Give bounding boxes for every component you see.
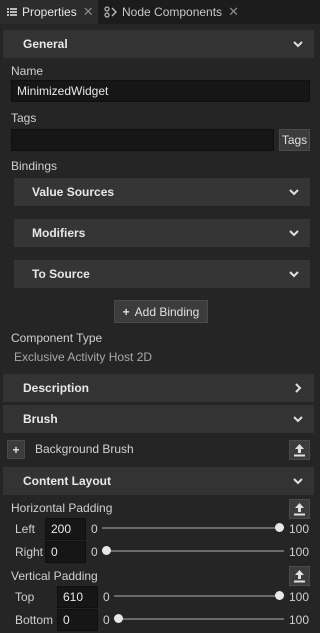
chevron-right-icon xyxy=(295,383,302,393)
slider-thumb[interactable] xyxy=(275,591,284,600)
bindings-label: Bindings xyxy=(11,159,58,173)
left-input[interactable]: 200 xyxy=(45,518,86,540)
top-input[interactable]: 610 xyxy=(57,586,98,608)
value-sources-header[interactable]: Value Sources xyxy=(14,178,310,206)
right-input[interactable]: 0 xyxy=(45,541,86,563)
section-title: Description xyxy=(23,381,90,395)
slider-track xyxy=(102,527,284,529)
slider-min: 0 xyxy=(91,522,98,536)
bottom-slider[interactable] xyxy=(114,613,284,625)
section-brush-header[interactable]: Brush xyxy=(3,405,314,433)
add-binding-button[interactable]: + Add Binding xyxy=(114,300,208,323)
slider-max: 100 xyxy=(289,522,310,536)
slider-min: 0 xyxy=(103,613,110,627)
slider-thumb[interactable] xyxy=(275,523,284,532)
slider-min: 0 xyxy=(91,545,98,559)
chevron-down-icon xyxy=(293,41,303,48)
slider-max: 100 xyxy=(289,545,310,559)
component-type-value: Exclusive Activity Host 2D xyxy=(14,350,153,364)
plus-icon: + xyxy=(12,442,20,457)
slider-track xyxy=(114,618,284,620)
slider-track xyxy=(114,595,284,597)
section-title: Content Layout xyxy=(23,474,111,488)
right-slider[interactable] xyxy=(102,545,284,557)
section-title: General xyxy=(23,37,68,51)
to-source-label: To Source xyxy=(32,267,90,281)
node-components-icon xyxy=(104,6,117,18)
add-binding-label: Add Binding xyxy=(134,304,200,319)
upload-icon xyxy=(294,444,305,457)
tab-node-components[interactable]: Node Components ✕ xyxy=(100,0,245,24)
component-type-label: Component Type xyxy=(11,331,103,345)
chevron-down-icon xyxy=(293,416,303,423)
modifiers-header[interactable]: Modifiers xyxy=(14,219,310,247)
upload-icon xyxy=(294,503,305,516)
vertical-padding-label: Vertical Padding xyxy=(11,569,98,583)
list-icon xyxy=(7,8,17,16)
chevron-down-icon xyxy=(293,478,303,485)
top-slider[interactable] xyxy=(114,590,284,602)
close-icon[interactable]: ✕ xyxy=(228,4,239,20)
value-sources-label: Value Sources xyxy=(32,185,115,199)
chevron-down-icon xyxy=(289,271,299,278)
plus-icon: + xyxy=(122,304,130,319)
chevron-down-icon xyxy=(289,189,299,196)
tab-bar: Properties ✕ Node Components ✕ xyxy=(0,0,320,24)
section-general-header[interactable]: General xyxy=(3,30,314,58)
right-label: Right xyxy=(15,545,44,559)
slider-min: 0 xyxy=(103,590,110,604)
name-label: Name xyxy=(11,64,44,78)
to-source-header[interactable]: To Source xyxy=(14,260,310,288)
upload-button[interactable] xyxy=(289,440,310,460)
upload-icon xyxy=(294,570,305,583)
slider-max: 100 xyxy=(289,590,310,604)
slider-thumb[interactable] xyxy=(102,546,111,555)
close-icon[interactable]: ✕ xyxy=(83,4,94,20)
tab-properties[interactable]: Properties ✕ xyxy=(0,0,98,24)
section-description-header[interactable]: Description xyxy=(3,374,314,402)
name-field[interactable]: MinimizedWidget xyxy=(11,80,310,102)
modifiers-label: Modifiers xyxy=(32,226,86,240)
slider-max: 100 xyxy=(289,613,310,627)
slider-thumb[interactable] xyxy=(114,614,123,623)
slider-track xyxy=(102,550,284,552)
bottom-label: Bottom xyxy=(15,613,54,627)
tags-button[interactable]: Tags xyxy=(279,129,310,151)
background-brush-label: Background Brush xyxy=(35,442,134,456)
bottom-input[interactable]: 0 xyxy=(57,609,98,631)
section-title: Brush xyxy=(23,412,58,426)
left-slider[interactable] xyxy=(102,522,284,534)
tab-label: Node Components xyxy=(122,5,223,19)
chevron-down-icon xyxy=(289,230,299,237)
tab-label: Properties xyxy=(22,5,77,19)
tags-label: Tags xyxy=(11,111,37,125)
left-label: Left xyxy=(15,522,36,536)
horizontal-padding-label: Horizontal Padding xyxy=(11,501,113,515)
section-content-layout-header[interactable]: Content Layout xyxy=(3,467,314,495)
top-label: Top xyxy=(15,590,35,604)
add-brush-button[interactable]: + xyxy=(7,440,25,459)
vertical-padding-reset-button[interactable] xyxy=(289,566,310,586)
tags-field[interactable] xyxy=(11,129,274,151)
horizontal-padding-reset-button[interactable] xyxy=(289,499,310,519)
